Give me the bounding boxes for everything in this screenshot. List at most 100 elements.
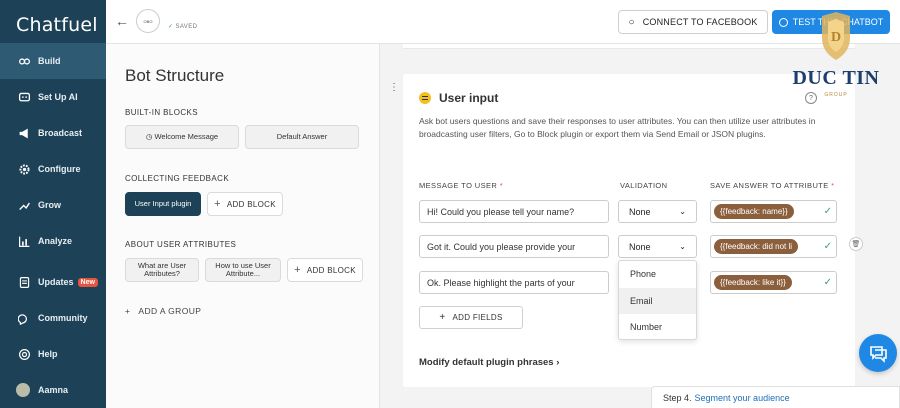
bot-structure-panel: Bot Structure BUILT-IN BLOCKS ◷ Welcome M… [106,44,380,408]
validation-dropdown-menu: Phone Email Number [618,260,697,340]
step-link[interactable]: Segment your audience [695,393,790,403]
saved-status: ✓ SAVED [168,23,197,30]
sidebar-item-analyze[interactable]: Analyze [0,223,106,259]
top-bar: ← OBO ✓ SAVED ○ CONNECT TO FACEBOOK TEST … [106,0,900,44]
chevron-down-icon: ⌄ [679,207,686,216]
add-group-button[interactable]: + ADD A GROUP [125,306,201,316]
sidebar-item-help[interactable]: Help [0,336,106,372]
attribute-field[interactable]: {{feedback: name}} ✓ [710,200,837,223]
dropdown-option-email[interactable]: Email [619,287,696,315]
sidebar-item-label: Build [38,56,61,66]
validation-value: None [629,241,651,252]
sidebar-item-label: Set Up AI [38,92,78,102]
ai-icon [16,89,32,105]
add-fields-label: ADD FIELDS [452,313,503,322]
chevron-right-icon: › [556,357,560,368]
validation-value: None [629,206,651,217]
add-block-label: ADD BLOCK [306,265,356,275]
chat-icon [870,346,887,363]
attribute-pill[interactable]: {{feedback: name}} [714,204,794,219]
sidebar-item-community[interactable]: Community [0,300,106,336]
sidebar-item-configure[interactable]: Configure [0,151,106,187]
trash-icon[interactable]: 🗑 [849,237,863,251]
builtin-blocks-label: BUILT-IN BLOCKS [125,108,198,117]
clock-icon: ◷ [145,131,153,141]
previous-card [403,44,855,49]
sidebar-item-label: Updates [38,277,74,287]
check-icon: ✓ [823,206,832,217]
sidebar-item-label: Help [38,349,58,359]
add-fields-button[interactable]: + ADD FIELDS [419,306,523,329]
build-icon [16,53,32,69]
connect-label: CONNECT TO FACEBOOK [642,17,758,27]
plus-icon: + [214,198,221,210]
connect-to-facebook-button[interactable]: ○ CONNECT TO FACEBOOK [618,10,768,34]
bell-icon: ○ [628,16,635,28]
chart-icon [16,233,32,249]
app-logo[interactable]: Chatfuel [16,14,98,36]
messenger-icon [778,17,788,27]
validation-select[interactable]: None ⌄ [618,235,697,258]
how-to-use-attribute-block[interactable]: How to use User Attribute... [205,258,281,282]
watermark-sub: GROUP [824,92,848,98]
attribute-field[interactable]: {{feedback: like it}} ✓ [710,271,837,294]
message-input[interactable]: Hi! Could you please tell your name? [419,200,609,223]
sidebar-item-build[interactable]: Build [0,43,106,79]
sidebar-item-label: Configure [38,164,81,174]
check-icon: ✓ [823,241,832,252]
chat-support-button[interactable] [859,334,897,372]
step-prefix: Step 4. [663,392,692,403]
sidebar-item-label: Broadcast [38,128,83,138]
bell-icon [16,274,32,290]
add-group-label: ADD A GROUP [138,306,202,316]
message-input[interactable]: Got it. Could you please provide your [419,235,609,258]
attribute-pill[interactable]: {{feedback: like it}} [714,275,792,290]
sidebar-item-grow[interactable]: Grow [0,187,106,223]
crest-icon: D [822,12,850,60]
sidebar-item-setup-ai[interactable]: Set Up AI [0,79,106,115]
what-are-attributes-block[interactable]: What are User Attributes? [125,258,199,282]
plus-icon: + [439,312,446,323]
growth-icon [16,197,32,213]
watermark-logo: D DUC TIN GROUP [790,12,884,104]
check-icon: ✓ [823,277,832,288]
card-title-text: User input [439,91,499,105]
modify-phrases-link[interactable]: Modify default plugin phrases › [419,357,559,368]
sidebar-item-profile[interactable]: Aamna [0,372,106,408]
svg-text:D: D [831,30,841,45]
add-block-button[interactable]: + ADD BLOCK [207,192,283,216]
user-input-plugin-block[interactable]: User Input plugin [125,192,201,216]
block-label: Welcome Message [154,131,219,141]
plugin-description: Ask bot users questions and save their r… [419,116,816,140]
about-user-attributes-label: ABOUT USER ATTRIBUTES [125,240,237,249]
block-label: User Input plugin [134,198,192,208]
user-input-card: User input ? Ask bot users questions and… [403,74,863,387]
plus-icon: + [294,264,301,276]
message-input[interactable]: Ok. Please highlight the parts of your [419,271,609,294]
help-icon [16,346,32,362]
bot-avatar[interactable]: OBO [136,9,160,33]
sidebar-item-label: Grow [38,200,62,210]
column-header-validation: VALIDATION [620,181,668,190]
megaphone-icon [16,125,32,141]
attribute-field[interactable]: {{feedback: did not li ✓ [710,235,837,258]
attribute-pill[interactable]: {{feedback: did not li [714,239,799,254]
collecting-feedback-label: COLLECTING FEEDBACK [125,174,230,183]
add-block-button[interactable]: + ADD BLOCK [287,258,363,282]
plus-icon: + [125,306,131,316]
welcome-message-block[interactable]: ◷ Welcome Message [125,125,239,149]
add-block-label: ADD BLOCK [226,199,276,209]
sidebar-item-broadcast[interactable]: Broadcast [0,115,106,151]
community-icon [16,310,32,326]
back-arrow-icon[interactable]: ← [115,13,129,29]
dropdown-option-number[interactable]: Number [619,314,696,341]
drag-handle-icon[interactable]: ⋮ [389,82,399,93]
onboarding-step-bar[interactable]: Step 4. Segment your audience [651,386,900,408]
sidebar-item-updates[interactable]: Updates New [0,264,106,300]
column-header-message: MESSAGE TO USER * [419,181,504,190]
panel-title: Bot Structure [125,66,225,85]
default-answer-block[interactable]: Default Answer [245,125,359,149]
saved-label: SAVED [175,24,198,30]
validation-select[interactable]: None ⌄ [618,200,697,223]
dropdown-option-phone[interactable]: Phone [619,261,696,288]
